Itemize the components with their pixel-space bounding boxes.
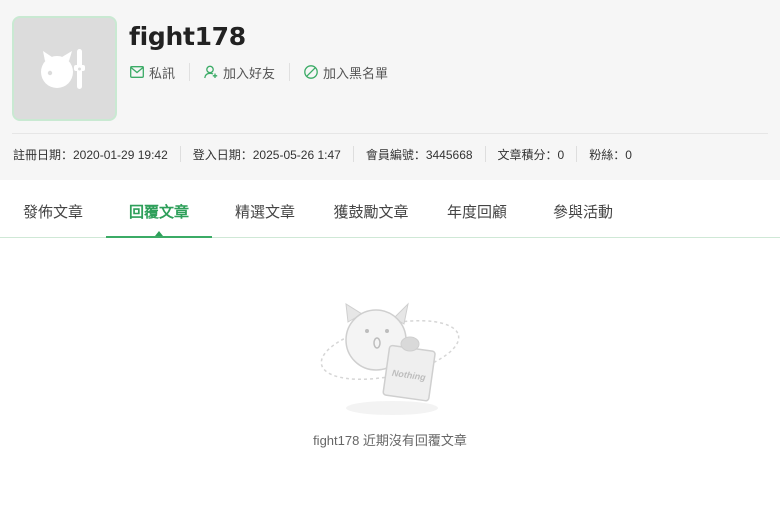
divider bbox=[179, 146, 181, 162]
username: fight178 bbox=[129, 22, 246, 51]
divider bbox=[189, 63, 191, 81]
tab-posted-articles[interactable]: 發佈文章 bbox=[0, 186, 106, 237]
login-date: 登入日期：2025-05-26 1:47 bbox=[192, 147, 341, 162]
member-number: 會員編號：3445668 bbox=[365, 147, 473, 162]
tab-featured-articles[interactable]: 精選文章 bbox=[212, 186, 318, 237]
divider bbox=[289, 63, 291, 81]
block-button[interactable]: 加入黑名單 bbox=[304, 60, 388, 84]
tab-label: 回覆文章 bbox=[128, 204, 189, 221]
tab-label: 精選文章 bbox=[234, 204, 295, 221]
tab-replied-articles[interactable]: 回覆文章 bbox=[106, 186, 212, 238]
add-friend-icon bbox=[204, 65, 218, 79]
block-icon bbox=[304, 65, 318, 79]
tab-encouraged-articles[interactable]: 獲鼓勵文章 bbox=[318, 186, 424, 237]
header-divider bbox=[12, 133, 768, 134]
divider bbox=[484, 146, 486, 162]
empty-message: fight178 近期沒有回覆文章 bbox=[313, 433, 467, 448]
message-label: 私訊 bbox=[149, 65, 176, 81]
empty-cat-illustration: Nothing bbox=[320, 302, 460, 415]
tab-events[interactable]: 參與活動 bbox=[530, 186, 636, 237]
bomb-cat-avatar-icon bbox=[40, 48, 85, 89]
profile-header: fight178 私訊 加入好友 加入黑名單 註冊日期：2020-01-29 1… bbox=[0, 0, 780, 180]
profile-stats: 註冊日期：2020-01-29 19:42 登入日期：2025-05-26 1:… bbox=[13, 144, 632, 164]
message-button[interactable]: 私訊 bbox=[130, 60, 175, 84]
divider bbox=[352, 146, 354, 162]
empty-state: Nothing fight178 近期沒有回覆文章 bbox=[0, 238, 780, 508]
avatar[interactable] bbox=[12, 16, 117, 121]
divider bbox=[576, 146, 578, 162]
article-points: 文章積分：0 bbox=[497, 147, 565, 162]
add-friend-button[interactable]: 加入好友 bbox=[204, 60, 275, 84]
mail-icon bbox=[130, 66, 144, 78]
register-date: 註冊日期：2020-01-29 19:42 bbox=[13, 147, 168, 162]
profile-actions: 私訊 加入好友 加入黑名單 bbox=[130, 60, 388, 84]
block-label: 加入黑名單 bbox=[323, 65, 389, 81]
profile-tabs: 發佈文章 回覆文章 精選文章 獲鼓勵文章 年度回顧 參與活動 bbox=[0, 186, 780, 238]
tab-label: 年度回顧 bbox=[446, 204, 507, 221]
tab-label: 獲鼓勵文章 bbox=[333, 204, 409, 221]
tab-annual-review[interactable]: 年度回顧 bbox=[424, 186, 530, 237]
active-caret-icon bbox=[155, 231, 163, 236]
fans-count: 粉絲：0 bbox=[589, 147, 632, 162]
tab-label: 發佈文章 bbox=[22, 204, 83, 221]
add-friend-label: 加入好友 bbox=[223, 65, 276, 81]
tab-label: 參與活動 bbox=[552, 204, 613, 221]
